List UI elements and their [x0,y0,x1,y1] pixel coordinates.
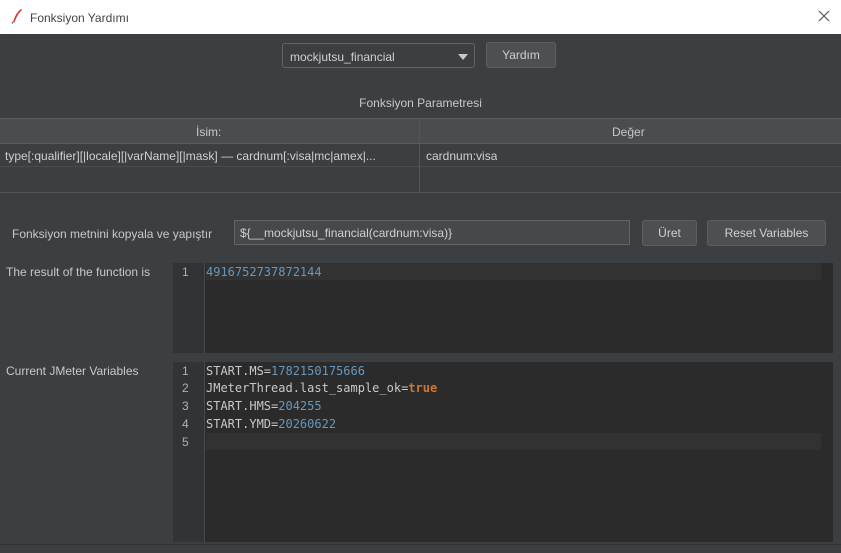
title-bar: Fonksiyon Yardımı [0,0,841,34]
param-value-cell[interactable]: cardnum:visa [426,149,497,163]
chevron-down-icon [458,54,468,60]
current-line-highlight [206,433,821,450]
line-number: 5 [182,435,189,449]
function-text-label: Fonksiyon metnini kopyala ve yapıştır [12,227,213,241]
function-select[interactable]: mockjutsu_financial [282,43,475,68]
function-select-value: mockjutsu_financial [290,50,395,64]
line-number: 4 [182,417,189,431]
close-icon[interactable] [816,8,832,24]
variables-editor[interactable]: 1 START.MS=1782150175666 2 JMeterThread.… [173,362,833,542]
variable-line[interactable]: START.MS=1782150175666 [206,364,365,378]
table-row-empty[interactable] [0,167,841,193]
result-editor[interactable]: 1 4916752737872144 [173,263,833,353]
variable-key: START.YMD= [206,417,279,431]
line-number-gutter [173,263,205,353]
variable-key: START.MS= [206,364,272,378]
generate-button[interactable]: Üret [642,220,697,246]
help-button[interactable]: Yardım [486,42,556,68]
variable-value: 1782150175666 [271,364,365,378]
column-header-value: Değer [612,125,645,139]
line-number-gutter [173,362,205,542]
variable-line[interactable]: JMeterThread.last_sample_ok=true [206,381,437,395]
variable-value: true [408,381,438,395]
variable-line[interactable]: START.HMS=204255 [206,399,322,413]
feather-pen-icon [11,9,22,24]
variable-value: 20260622 [278,417,337,431]
line-number: 1 [182,364,189,378]
params-table-header: İsim: Değer [0,118,841,144]
result-value[interactable]: 4916752737872144 [206,265,322,279]
line-number: 1 [182,265,189,279]
params-section-title: Fonksiyon Parametresi [359,96,482,110]
line-number: 2 [182,381,189,395]
param-name-cell[interactable]: type[:qualifier][|locale][|varName][|mas… [5,149,415,163]
column-header-name: İsim: [196,125,222,139]
variable-line[interactable]: START.YMD=20260622 [206,417,336,431]
variable-key: JMeterThread.last_sample_ok= [206,381,409,395]
reset-variables-button[interactable]: Reset Variables [707,220,826,246]
column-divider [419,118,420,193]
variables-label: Current JMeter Variables [6,364,139,378]
variable-value: 204255 [278,399,322,413]
result-label: The result of the function is [6,265,151,279]
table-row[interactable]: type[:qualifier][|locale][|varName][|mas… [0,144,841,167]
window-title: Fonksiyon Yardımı [30,11,129,25]
line-number: 3 [182,399,189,413]
function-text-input[interactable] [234,220,630,245]
variable-key: START.HMS= [206,399,279,413]
